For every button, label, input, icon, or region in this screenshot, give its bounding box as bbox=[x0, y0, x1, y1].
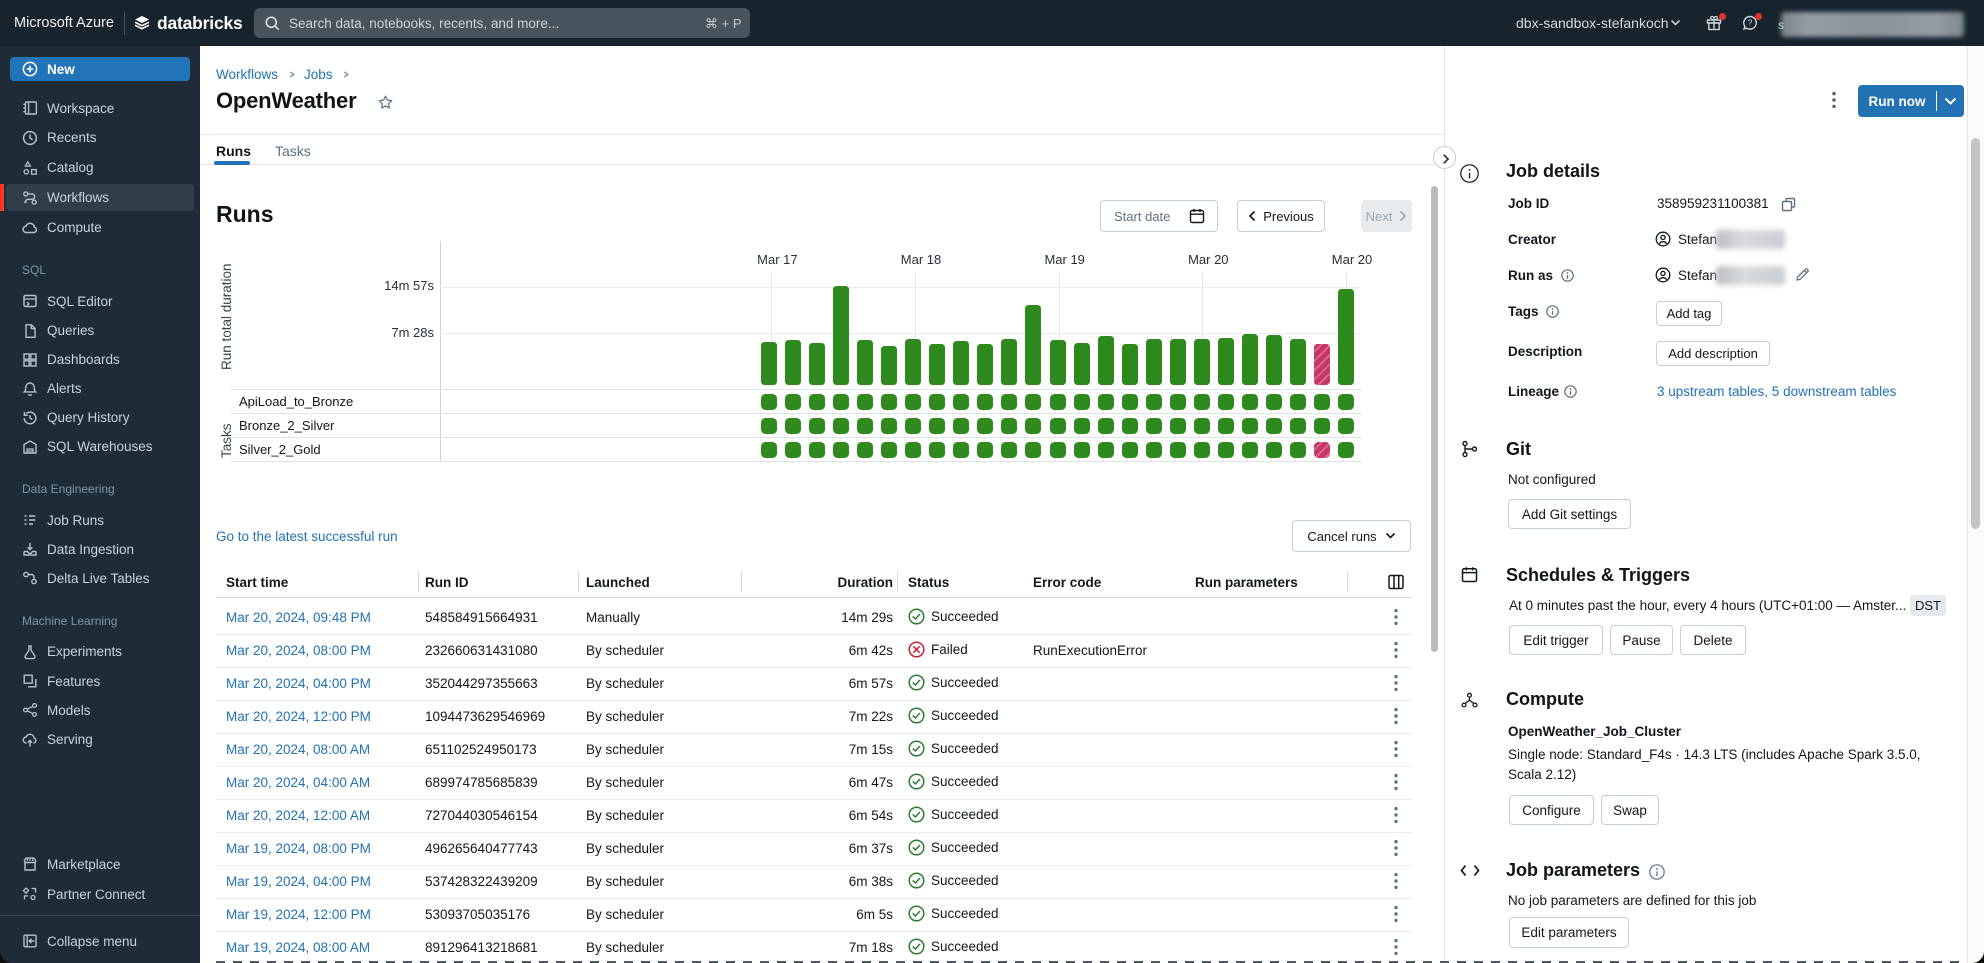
svg-text:?: ? bbox=[1748, 18, 1753, 28]
